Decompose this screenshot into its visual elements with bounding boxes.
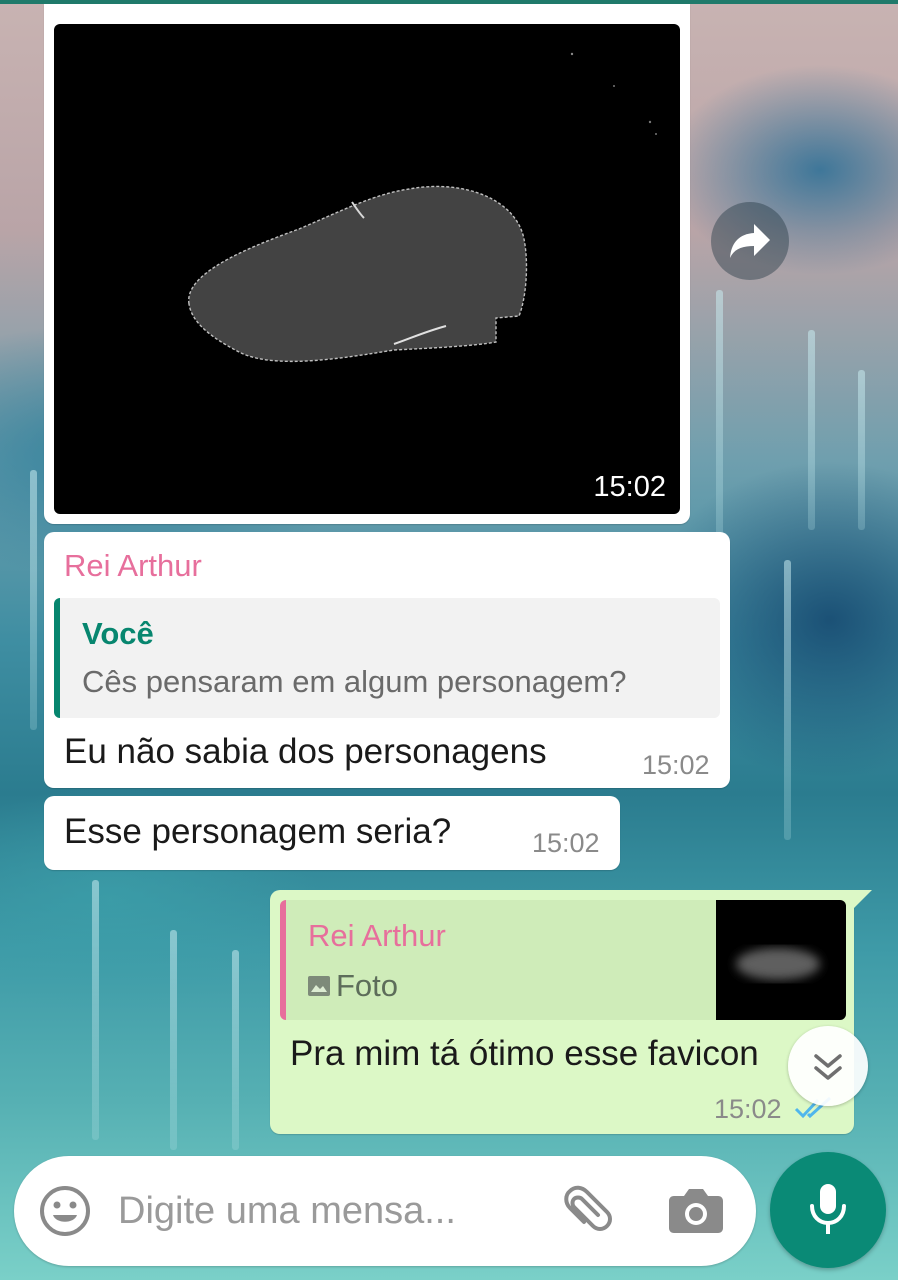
message-text: Pra mim tá ótimo esse favicon xyxy=(290,1034,759,1073)
quoted-type: Foto xyxy=(336,968,399,1003)
quoted-author: Rei Arthur xyxy=(308,918,446,953)
message-time: 15:02 xyxy=(642,750,710,780)
scroll-to-bottom-button[interactable] xyxy=(788,1026,868,1106)
photo-icon xyxy=(308,976,330,996)
forward-button[interactable] xyxy=(711,202,789,280)
image-message-bubble[interactable]: 15:02 xyxy=(44,4,690,524)
message-text: Eu não sabia dos personagens xyxy=(64,732,547,771)
attach-button[interactable] xyxy=(558,1184,614,1245)
outgoing-message[interactable]: Rei Arthur Foto Pra mim tá ótimo esse fa… xyxy=(270,890,872,1134)
message-time: 15:02 xyxy=(532,828,600,858)
forward-icon xyxy=(730,224,770,258)
message-text: Esse personagem seria? xyxy=(64,812,452,851)
double-chevron-down-icon xyxy=(814,1054,842,1080)
paperclip-icon xyxy=(564,1185,612,1231)
quoted-message[interactable]: Você Cês pensaram em algum personagem? xyxy=(54,598,720,718)
message-input[interactable] xyxy=(118,1182,538,1240)
sender-name: Rei Arthur xyxy=(64,548,202,583)
message-composer xyxy=(14,1156,756,1266)
incoming-reply-message[interactable]: Rei Arthur Você Cês pensaram em algum pe… xyxy=(44,532,730,788)
emoji-button[interactable] xyxy=(38,1184,92,1243)
microphone-icon xyxy=(810,1184,846,1234)
emoji-icon xyxy=(40,1186,90,1236)
quoted-author: Você xyxy=(82,616,154,651)
message-time: 15:02 xyxy=(714,1094,782,1124)
quoted-text: Cês pensaram em algum personagem? xyxy=(82,664,627,699)
quoted-message[interactable]: Rei Arthur Foto xyxy=(280,900,846,1020)
photo-content xyxy=(188,52,657,363)
quoted-photo-thumbnail xyxy=(716,900,846,1020)
camera-button[interactable] xyxy=(668,1184,724,1241)
shared-photo[interactable]: 15:02 xyxy=(54,24,680,514)
microphone-button[interactable] xyxy=(770,1152,886,1268)
incoming-text-message[interactable]: Esse personagem seria? 15:02 xyxy=(44,796,620,870)
message-time: 15:02 xyxy=(593,471,666,503)
camera-icon xyxy=(669,1189,723,1233)
